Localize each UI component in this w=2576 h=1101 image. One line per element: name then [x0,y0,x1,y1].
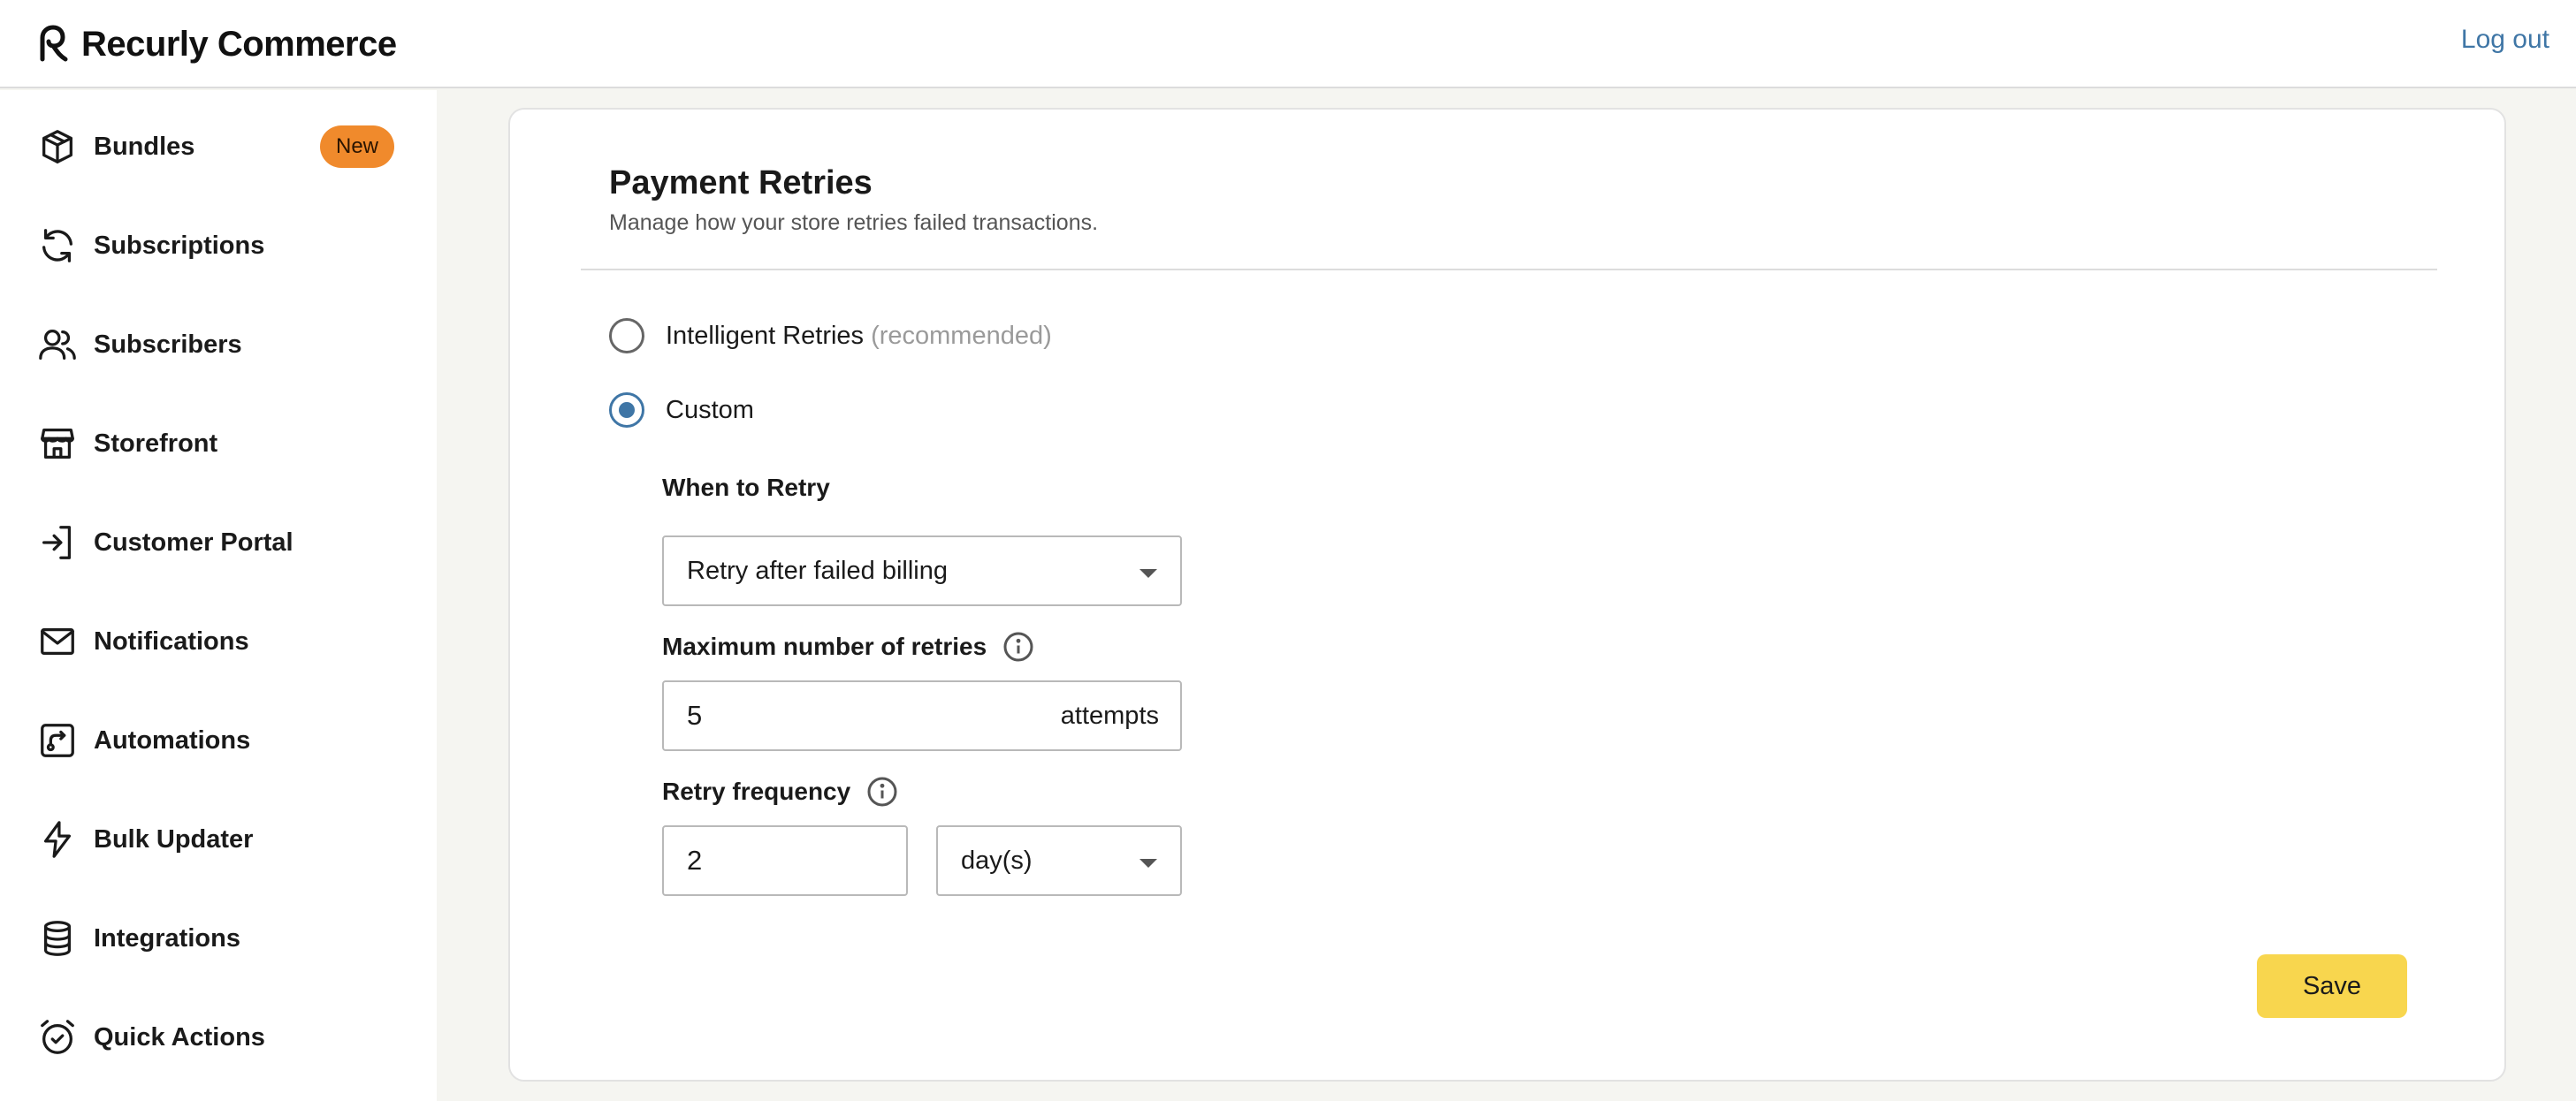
sidebar-item-notifications[interactable]: Notifications [0,606,437,677]
sidebar-item-label: Quick Actions [94,1022,265,1052]
frequency-unit-select[interactable]: day(s) [936,825,1182,896]
when-to-retry-select[interactable]: Retry after failed billing [662,535,1182,606]
login-icon [37,522,78,563]
sidebar-item-label: Bulk Updater [94,824,254,854]
logout-link[interactable]: Log out [2461,25,2549,55]
sidebar-item-subscriptions[interactable]: Subscriptions [0,210,437,281]
max-retries-input[interactable]: 5 attempts [662,680,1182,751]
divider [581,269,2437,270]
sidebar-item-quick-actions[interactable]: Quick Actions [0,1002,437,1073]
sidebar-item-subscribers[interactable]: Subscribers [0,309,437,380]
database-icon [37,918,78,959]
sidebar-item-label: Bundles [94,132,195,161]
input-value: 5 [687,700,703,731]
chevron-down-icon [1139,569,1157,578]
sidebar-item-label: Storefront [94,429,218,458]
sidebar-item-label: Subscriptions [94,231,265,260]
top-header: Recurly Commerce Log out [0,0,2576,88]
field-label-text: Retry frequency [662,778,851,805]
radio-hint: (recommended) [871,321,1052,350]
select-value: Retry after failed billing [687,556,948,585]
sidebar-item-label: Integrations [94,923,240,953]
recurly-logo-icon [40,25,68,62]
intelligent-retries-radio[interactable] [609,318,644,353]
page-subtitle: Manage how your store retries failed tra… [609,210,1099,235]
when-to-retry-label: When to Retry [662,474,830,502]
sidebar-item-bulk-updater[interactable]: Bulk Updater [0,804,437,875]
sidebar-item-label: Notifications [94,626,249,656]
chevron-down-icon [1139,859,1157,868]
box-icon [37,126,78,167]
store-icon [37,423,78,464]
save-button[interactable]: Save [2257,954,2407,1018]
route-icon [37,720,78,761]
radio-label: Intelligent Retries [666,321,865,350]
retry-frequency-label: Retry frequency [662,776,898,808]
sidebar-item-label: Subscribers [94,330,242,359]
radio-label: Custom [666,395,754,424]
new-badge: New [320,125,394,168]
sidebar-item-label: Customer Portal [94,528,293,557]
custom-option[interactable]: Custom [609,391,754,429]
bolt-icon [37,819,78,860]
sidebar-nav: Bundles New Subscriptions Subscribers St… [0,90,437,1101]
brand-name: Recurly Commerce [81,24,397,64]
input-suffix: attempts [1060,701,1159,730]
max-retries-label: Maximum number of retries [662,631,1034,663]
users-icon [37,324,78,365]
info-icon[interactable] [1002,631,1034,663]
sidebar-item-label: Automations [94,725,251,755]
retry-frequency-input[interactable]: 2 [662,825,908,896]
custom-radio[interactable] [609,392,644,428]
sidebar-item-customer-portal[interactable]: Customer Portal [0,507,437,578]
info-icon[interactable] [866,776,898,808]
sidebar-item-storefront[interactable]: Storefront [0,408,437,479]
page-title: Payment Retries [609,164,873,201]
brand-logo[interactable]: Recurly Commerce [35,21,397,67]
sidebar-item-bundles[interactable]: Bundles New [0,111,437,182]
sidebar-item-automations[interactable]: Automations [0,705,437,776]
alarm-clock-icon [37,1017,78,1058]
input-value: 2 [687,845,703,876]
intelligent-retries-option[interactable]: Intelligent Retries (recommended) [609,316,1052,355]
field-label-text: Maximum number of retries [662,633,987,660]
field-label-text: When to Retry [662,474,830,501]
select-value: day(s) [961,846,1033,875]
mail-icon [37,621,78,662]
payment-retries-card: Payment Retries Manage how your store re… [508,108,2506,1082]
refresh-icon [37,225,78,266]
sidebar-item-integrations[interactable]: Integrations [0,903,437,974]
